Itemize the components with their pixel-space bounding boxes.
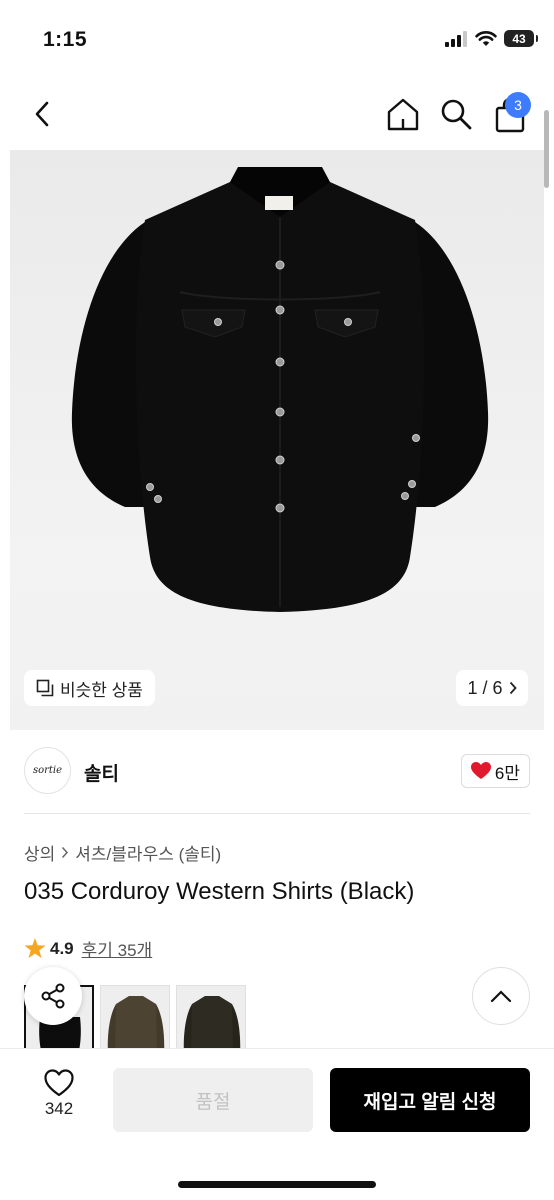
heart-filled-icon <box>470 762 491 779</box>
bottom-action-bar: 342 품절 재입고 알림 신청 <box>0 1048 554 1200</box>
search-icon <box>441 99 472 130</box>
like-count: 6만 <box>494 763 520 783</box>
back-button[interactable] <box>24 96 60 132</box>
heart-outline-icon <box>44 1069 74 1097</box>
cart-count-badge: 3 <box>505 92 531 118</box>
chevron-right-icon <box>509 681 517 695</box>
home-indicator <box>178 1181 376 1188</box>
sold-out-button: 품절 <box>113 1068 313 1132</box>
page-scrollbar[interactable] <box>544 110 549 188</box>
status-time: 1:15 <box>43 28 88 51</box>
thumbnail-shirt-image <box>183 996 241 1054</box>
breadcrumb-category[interactable]: 상의 <box>24 840 55 865</box>
signal-icon <box>445 30 467 47</box>
restock-alert-button[interactable]: 재입고 알림 신청 <box>330 1068 530 1132</box>
product-title: 035 Corduroy Western Shirts (Black) <box>24 878 415 905</box>
star-icon <box>24 938 46 958</box>
nav-bar <box>0 82 554 148</box>
review-link[interactable]: 후기 35개 <box>82 936 153 961</box>
wishlist-count: 342 <box>44 1099 74 1118</box>
rating-row: 4.9 후기 35개 <box>24 936 152 961</box>
similar-products-label: 비슷한 상품 <box>60 680 143 700</box>
brand-logo[interactable]: sortie <box>24 747 71 794</box>
color-thumbnail[interactable] <box>176 985 246 1055</box>
status-bar: 1:15 43 <box>0 0 554 82</box>
share-button[interactable] <box>24 967 82 1025</box>
chevron-up-icon <box>490 990 512 1003</box>
overlap-squares-icon <box>36 679 54 697</box>
home-icon <box>387 98 419 131</box>
brand-like-button[interactable]: 6만 <box>460 754 530 788</box>
product-image <box>71 167 489 612</box>
wifi-icon <box>475 31 497 46</box>
chevron-right-icon <box>62 846 69 859</box>
similar-products-button[interactable]: 비슷한 상품 <box>24 670 155 706</box>
brand-name[interactable]: 솔티 <box>84 759 119 786</box>
search-button[interactable] <box>437 95 475 133</box>
breadcrumb-subcategory[interactable]: 셔츠/블라우스 (솔티) <box>75 840 221 865</box>
scroll-top-button[interactable] <box>472 967 530 1025</box>
chevron-left-icon <box>35 101 49 127</box>
status-icons: 43 <box>444 30 538 47</box>
rating-value: 4.9 <box>50 938 74 958</box>
image-counter-button[interactable]: 1 / 6 <box>456 670 528 706</box>
image-counter: 1 / 6 <box>467 677 503 698</box>
wishlist-button[interactable]: 342 <box>24 1069 94 1119</box>
share-icon <box>41 983 65 1009</box>
breadcrumb: 상의 셔츠/블라우스 (솔티) <box>24 840 221 865</box>
home-button[interactable] <box>384 95 422 133</box>
color-thumbnail[interactable] <box>100 985 170 1055</box>
brand-row: sortie 솔티 6만 <box>24 747 530 795</box>
thumbnail-shirt-image <box>107 996 165 1054</box>
divider <box>24 813 530 814</box>
product-image-carousel[interactable]: 비슷한 상품 1 / 6 <box>10 150 544 730</box>
battery-icon: 43 <box>504 30 538 47</box>
brand-logo-text: sortie <box>32 765 63 776</box>
